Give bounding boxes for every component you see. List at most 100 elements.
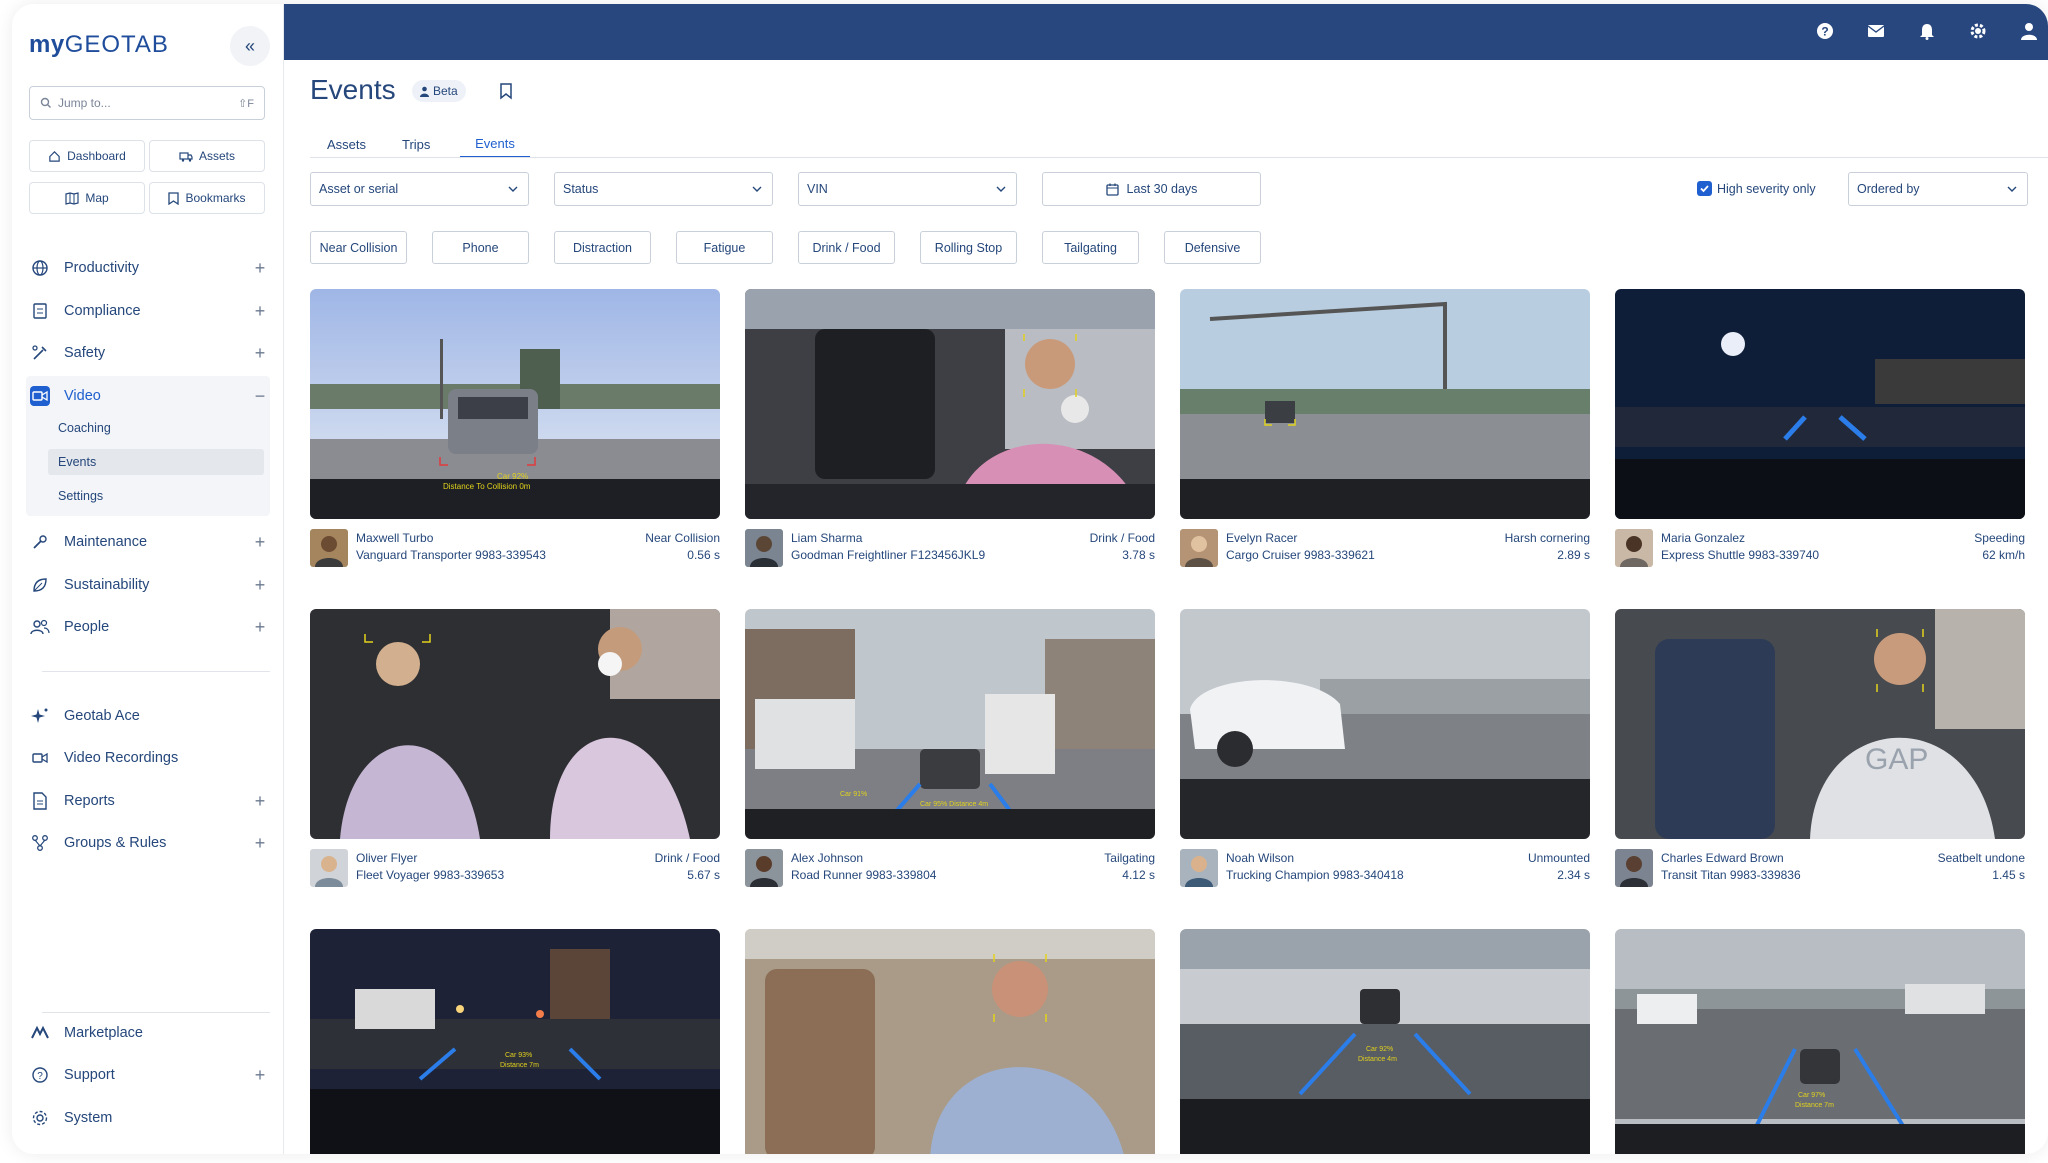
vehicle-name: Transit Titan 9983-339836 — [1661, 868, 1801, 882]
event-video-thumbnail[interactable] — [745, 289, 1155, 519]
driver-avatar — [310, 849, 348, 887]
sidebar-item-geotab-ace[interactable]: Geotab Ace — [26, 697, 270, 735]
vehicle-name: Express Shuttle 9983-339740 — [1661, 548, 1820, 562]
chip-phone[interactable]: Phone — [432, 231, 529, 264]
mail-icon[interactable] — [1865, 20, 1887, 42]
event-video-thumbnail[interactable]: Car 91% Car 95% Distance 4m — [745, 609, 1155, 839]
chip-rolling-stop[interactable]: Rolling Stop — [920, 231, 1017, 264]
tab-trips[interactable]: Trips — [394, 130, 438, 158]
event-type: Near Collision — [645, 531, 720, 545]
date-range-button[interactable]: Last 30 days — [1042, 172, 1261, 206]
ordered-by-select[interactable]: Ordered by — [1848, 172, 2028, 206]
high-severity-toggle[interactable]: High severity only — [1697, 181, 1816, 196]
event-type: Tailgating — [1104, 851, 1155, 865]
chip-defensive[interactable]: Defensive — [1164, 231, 1261, 264]
chip-distraction[interactable]: Distraction — [554, 231, 651, 264]
event-meta: Maxwell Turbo Vanguard Transporter 9983-… — [310, 529, 720, 569]
sidebar-subitem-settings[interactable]: Settings — [48, 483, 264, 509]
checkbox-checked-icon[interactable] — [1697, 181, 1712, 196]
sidebar-item-productivity[interactable]: Productivity + — [26, 249, 270, 287]
search-icon — [40, 97, 51, 108]
bell-icon[interactable] — [1916, 20, 1938, 42]
event-video-thumbnail[interactable]: Car 93% Distance 7m — [310, 929, 720, 1154]
sidebar-item-marketplace[interactable]: Marketplace — [26, 1014, 270, 1052]
sidebar-item-safety[interactable]: Safety + — [26, 334, 270, 372]
driver-name: Maxwell Turbo — [356, 531, 434, 545]
driver-avatar — [1615, 849, 1653, 887]
help-icon[interactable]: ? — [1814, 20, 1836, 42]
sidebar-item-label: Compliance — [64, 303, 141, 319]
expand-plus-icon[interactable]: + — [250, 258, 270, 279]
bookmark-icon — [168, 191, 180, 205]
event-video-thumbnail[interactable] — [310, 609, 720, 839]
expand-plus-icon[interactable]: + — [250, 575, 270, 596]
tab-events[interactable]: Events — [460, 130, 530, 158]
event-video-thumbnail[interactable]: Car 92% Distance 4m — [1180, 929, 1590, 1154]
vehicle-name: Fleet Voyager 9983-339653 — [356, 868, 505, 882]
chip-fatigue[interactable]: Fatigue — [676, 231, 773, 264]
sidebar-item-sustainability[interactable]: Sustainability + — [26, 566, 270, 604]
event-duration: 2.89 s — [1557, 548, 1590, 562]
event-video-thumbnail[interactable] — [1615, 289, 2025, 519]
event-video-thumbnail[interactable] — [1180, 609, 1590, 839]
event-video-thumbnail[interactable]: GAP — [1615, 609, 2025, 839]
app-window: myGEOTAB « Jump to... ⇧F Dashboard Asset… — [12, 4, 2048, 1154]
jump-to-search[interactable]: Jump to... ⇧F — [29, 86, 265, 120]
gear-icon — [30, 1108, 50, 1128]
quick-link-dashboard[interactable]: Dashboard — [29, 140, 145, 172]
sidebar-item-system[interactable]: System — [26, 1099, 270, 1137]
sidebar-item-video-recordings[interactable]: Video Recordings — [26, 739, 270, 777]
quick-link-label: Map — [85, 191, 109, 205]
sidebar-item-compliance[interactable]: Compliance + — [26, 292, 270, 330]
sidebar-subitem-coaching[interactable]: Coaching — [48, 415, 264, 441]
mygeotab-logo[interactable]: myGEOTAB — [29, 31, 169, 59]
quick-link-assets[interactable]: Assets — [149, 140, 265, 172]
expand-plus-icon[interactable]: + — [250, 1065, 270, 1086]
event-type: Harsh cornering — [1504, 531, 1590, 545]
top-bar: ? — [284, 4, 2048, 60]
collapse-sidebar-button[interactable]: « — [230, 26, 270, 66]
sidebar-item-groups-rules[interactable]: Groups & Rules + — [26, 824, 270, 862]
driver-name: Noah Wilson — [1226, 851, 1295, 865]
quick-link-bookmarks[interactable]: Bookmarks — [149, 182, 265, 214]
event-video-thumbnail[interactable] — [745, 929, 1155, 1154]
gear-icon[interactable] — [1967, 20, 1989, 42]
event-video-thumbnail[interactable] — [1180, 289, 1590, 519]
expand-plus-icon[interactable]: + — [250, 617, 270, 638]
driver-avatar — [310, 529, 348, 567]
event-duration: 5.67 s — [687, 868, 720, 882]
sidebar-item-video[interactable]: Video − — [26, 377, 270, 415]
bookmark-icon[interactable] — [498, 82, 514, 100]
sidebar-item-people[interactable]: People + — [26, 608, 270, 646]
sidebar-subitem-events[interactable]: Events — [48, 449, 264, 475]
event-video-thumbnail[interactable]: Car 97% Distance 7m — [1615, 929, 2025, 1154]
expand-plus-icon[interactable]: + — [250, 791, 270, 812]
sidebar-item-support[interactable]: ? Support + — [26, 1056, 270, 1094]
marketplace-icon — [30, 1023, 50, 1043]
sidebar-item-reports[interactable]: Reports + — [26, 782, 270, 820]
event-video-thumbnail[interactable]: Car 92% Distance To Collision 0m — [310, 289, 720, 519]
tab-assets[interactable]: Assets — [319, 130, 374, 158]
collapse-minus-icon[interactable]: − — [250, 386, 270, 407]
user-icon[interactable] — [2018, 20, 2040, 42]
sidebar-item-maintenance[interactable]: Maintenance + — [26, 523, 270, 561]
status-select-value: Status — [563, 182, 599, 196]
chip-near-collision[interactable]: Near Collision — [310, 231, 407, 264]
vin-select-value: VIN — [807, 182, 828, 196]
expand-plus-icon[interactable]: + — [250, 301, 270, 322]
quick-link-map[interactable]: Map — [29, 182, 145, 214]
driver-avatar — [1615, 529, 1653, 567]
vin-select[interactable]: VIN — [798, 172, 1017, 206]
chip-drink-food[interactable]: Drink / Food — [798, 231, 895, 264]
sidebar-divider — [42, 1012, 270, 1013]
event-meta: Noah Wilson Trucking Champion 9983-34041… — [1180, 849, 1590, 889]
chip-tailgating[interactable]: Tailgating — [1042, 231, 1139, 264]
calendar-icon — [1105, 183, 1119, 196]
status-select[interactable]: Status — [554, 172, 773, 206]
svg-text:?: ? — [37, 1071, 43, 1082]
expand-plus-icon[interactable]: + — [250, 532, 270, 553]
overlay-label: Distance To Collision 0m — [443, 482, 531, 491]
expand-plus-icon[interactable]: + — [250, 833, 270, 854]
asset-serial-select[interactable]: Asset or serial — [310, 172, 529, 206]
expand-plus-icon[interactable]: + — [250, 343, 270, 364]
